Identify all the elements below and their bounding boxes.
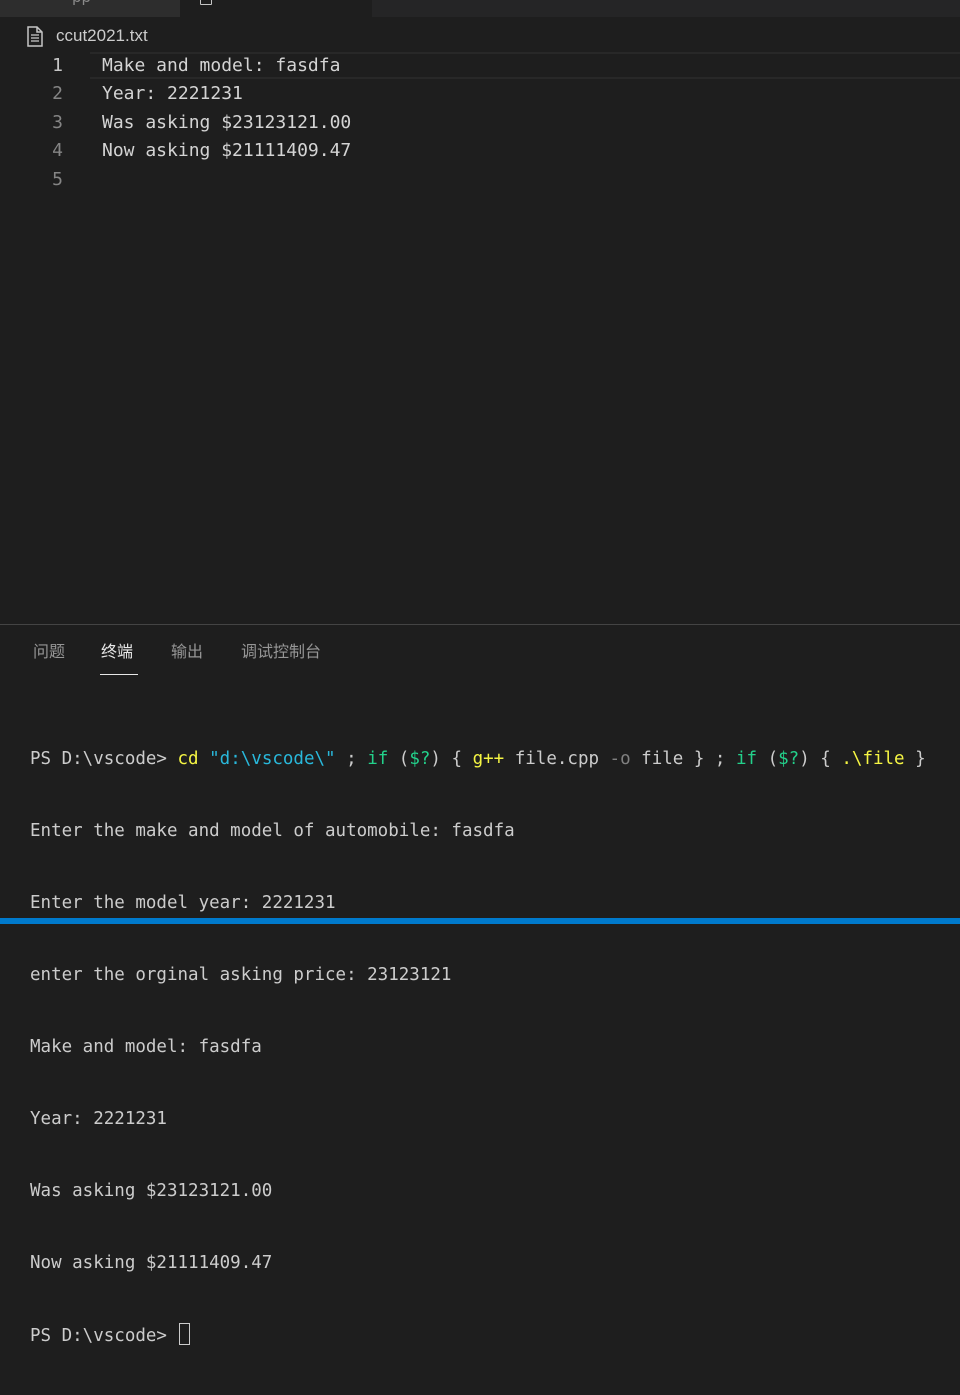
line-number: 2 — [52, 83, 63, 104]
terminal-line: Was asking $23123121.00 — [30, 1181, 273, 1201]
editor-tab-strip: pp — [0, 0, 960, 17]
line-number: 3 — [52, 112, 63, 133]
line-text[interactable]: Now asking $21111409.47 — [102, 137, 351, 165]
line-text[interactable]: Year: 2221231 — [102, 80, 243, 108]
editor-line[interactable]: 4 Now asking $21111409.47 — [0, 137, 960, 165]
line-text[interactable]: Make and model: fasdfa — [102, 52, 340, 80]
tab-debug-console[interactable]: 调试控制台 — [241, 640, 321, 676]
tab-terminal[interactable]: 终端 — [101, 640, 133, 676]
cmd-cd: cd — [177, 749, 199, 769]
file-icon — [200, 0, 212, 5]
cmd-var: $? — [778, 749, 800, 769]
tab-output[interactable]: 输出 — [171, 640, 203, 676]
terminal-line: Enter the model year: 2221231 — [30, 893, 336, 913]
terminal-prompt-line[interactable]: PS D:\vscode> — [30, 1323, 926, 1347]
terminal-line: Now asking $21111409.47 — [30, 1253, 273, 1273]
bottom-panel: 问题 终端 输出 调试控制台 PS D:\vscode> cd "d:\vsco… — [0, 625, 960, 1346]
terminal-cursor — [178, 1323, 190, 1345]
cmd-sep: ; — [335, 749, 368, 769]
line-number: 1 — [52, 55, 63, 76]
editor-line[interactable]: 5 — [0, 166, 960, 194]
text-editor[interactable]: 1 Make and model: fasdfa 2 Year: 2221231… — [0, 52, 960, 624]
editor-line[interactable]: 2 Year: 2221231 — [0, 80, 960, 108]
status-bar — [0, 918, 960, 924]
terminal-output[interactable]: PS D:\vscode> cd "d:\vscode\" ; if ($?) … — [30, 699, 926, 1395]
terminal-line: Make and model: fasdfa — [30, 1037, 262, 1057]
breadcrumb-filename[interactable]: ccut2021.txt — [56, 26, 148, 46]
line-text[interactable]: Was asking $23123121.00 — [102, 109, 351, 137]
breadcrumb: ccut2021.txt — [26, 24, 148, 48]
editor-tab-inactive[interactable]: pp — [0, 0, 180, 17]
prompt: PS D:\vscode> — [30, 1326, 178, 1346]
cmd-if: if — [367, 749, 389, 769]
cmd-path: "d:\vscode\" — [209, 749, 336, 769]
tab-label-fragment: pp — [72, 0, 91, 6]
terminal-line: Year: 2221231 — [30, 1109, 167, 1129]
cmd-brace: ) { — [799, 749, 842, 769]
file-text-icon — [26, 25, 44, 47]
terminal-line: enter the orginal asking price: 23123121 — [30, 965, 452, 985]
editor-line[interactable]: 1 Make and model: fasdfa — [0, 52, 960, 80]
tab-problems[interactable]: 问题 — [33, 640, 65, 676]
cmd-paren: ( — [388, 749, 410, 769]
line-number: 5 — [52, 169, 63, 190]
cmd-flag: -o — [609, 749, 631, 769]
cmd-brace: ) { — [430, 749, 473, 769]
cmd-paren: ( — [757, 749, 779, 769]
cmd-end: } — [904, 749, 926, 769]
cmd-args: file.cpp — [504, 749, 610, 769]
cmd-if: if — [735, 749, 758, 769]
prompt: PS D:\vscode> — [30, 749, 178, 769]
cmd-var: $? — [409, 749, 431, 769]
terminal-command-line: PS D:\vscode> cd "d:\vscode\" ; if ($?) … — [30, 747, 926, 771]
active-tab-indicator — [100, 674, 138, 675]
editor-line[interactable]: 3 Was asking $23123121.00 — [0, 109, 960, 137]
cmd-args: file } ; — [630, 749, 736, 769]
cmd-run: .\file — [841, 749, 905, 769]
cmd-gpp: g++ — [472, 749, 505, 769]
line-number: 4 — [52, 140, 63, 161]
editor-tab-active[interactable] — [180, 0, 372, 17]
terminal-line: Enter the make and model of automobile: … — [30, 821, 515, 841]
